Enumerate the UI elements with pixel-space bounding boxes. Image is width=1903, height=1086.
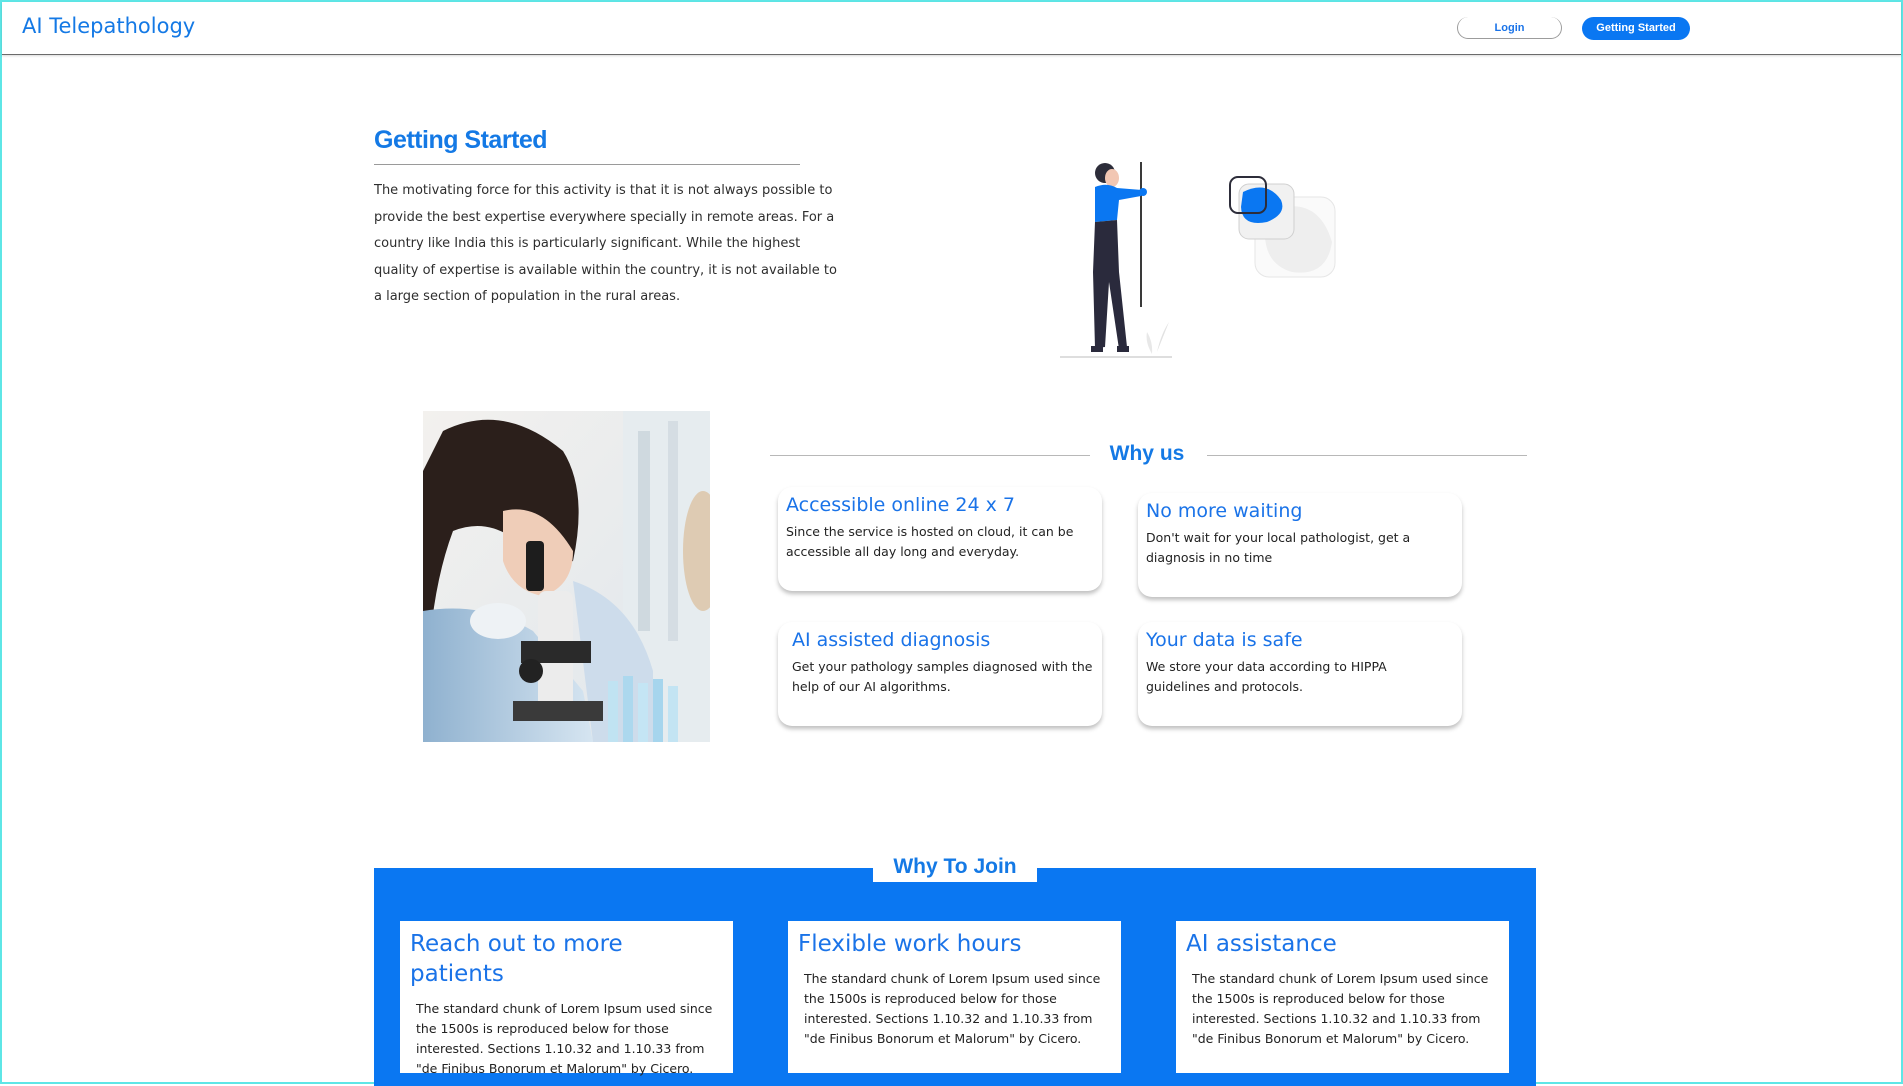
- brand-logo-text[interactable]: AI Telepathology: [22, 14, 195, 38]
- feature-description: We store your data according to HIPPA gu…: [1146, 659, 1387, 694]
- login-button[interactable]: Login: [1457, 17, 1562, 39]
- feature-title: Accessible online 24 x 7: [786, 494, 1015, 516]
- feature-description: Get your pathology samples diagnosed wit…: [792, 659, 1093, 694]
- scientist-microscope-photo: [423, 411, 710, 742]
- woman-illustration-icon: [1057, 152, 1357, 362]
- join-card-title: AI assistance: [1186, 931, 1337, 957]
- why-us-heading: Why us: [1109, 442, 1185, 465]
- heading-divider: [374, 164, 800, 165]
- feature-description: Don't wait for your local pathologist, g…: [1146, 530, 1411, 565]
- getting-started-paragraph: The motivating force for this activity i…: [374, 183, 837, 305]
- join-card-title: Reach out to more patients: [410, 931, 623, 987]
- why-us-divider-right: [1207, 455, 1527, 456]
- join-card-flexible-hours: Flexible work hours The standard chunk o…: [788, 921, 1121, 1073]
- join-card-description: The standard chunk of Lorem Ipsum used s…: [416, 1001, 713, 1076]
- getting-started-button[interactable]: Getting Started: [1582, 17, 1690, 40]
- feature-title: Your data is safe: [1146, 629, 1303, 651]
- join-card-ai-assistance: AI assistance The standard chunk of Lore…: [1176, 921, 1509, 1073]
- getting-started-heading: Getting Started: [374, 126, 548, 154]
- feature-title: AI assisted diagnosis: [792, 629, 991, 651]
- join-card-description: The standard chunk of Lorem Ipsum used s…: [1192, 971, 1489, 1046]
- join-card-title: Flexible work hours: [798, 931, 1022, 957]
- join-card-patients: Reach out to more patients The standard …: [400, 921, 733, 1076]
- feature-card-accessible: Accessible online 24 x 7 Since the servi…: [778, 487, 1102, 591]
- top-navbar: AI Telepathology Login Getting Started: [2, 2, 1901, 55]
- why-join-heading: Why To Join: [893, 855, 1017, 878]
- join-card-description: The standard chunk of Lorem Ipsum used s…: [804, 971, 1101, 1046]
- feature-card-no-waiting: No more waiting Don't wait for your loca…: [1138, 493, 1462, 597]
- feature-card-ai-diagnosis: AI assisted diagnosis Get your pathology…: [778, 622, 1102, 726]
- feature-description: Since the service is hosted on cloud, it…: [786, 524, 1074, 559]
- why-us-divider-left: [770, 455, 1090, 456]
- feature-card-data-safe: Your data is safe We store your data acc…: [1138, 622, 1462, 726]
- feature-title: No more waiting: [1146, 500, 1303, 522]
